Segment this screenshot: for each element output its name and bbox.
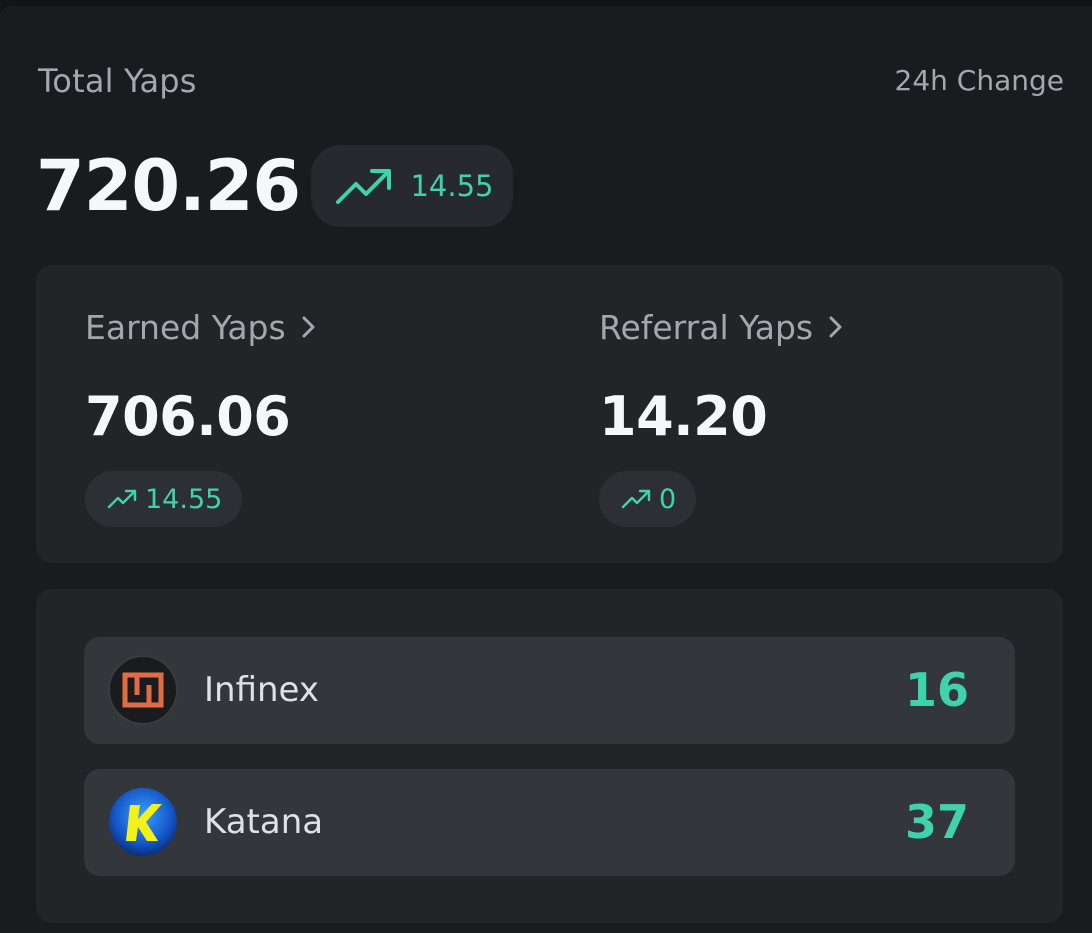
header-row: Total Yaps 24h Change [38, 62, 1064, 102]
earned-yaps-stat: Earned Yaps 706.06 14.55 [85, 303, 320, 527]
katana-logo-icon [108, 787, 178, 857]
chevron-right-icon [302, 316, 315, 338]
trend-up-icon [336, 169, 392, 204]
earned-yaps-link[interactable]: Earned Yaps [85, 303, 320, 351]
referral-change-badge: 0 [599, 471, 697, 527]
project-count: 16 [904, 663, 969, 717]
project-row-katana[interactable]: Katana 37 [84, 769, 1015, 876]
earned-yaps-title: Earned Yaps [85, 307, 286, 347]
yaps-screen: Total Yaps 24h Change 720.26 14.55 Earne… [0, 0, 1092, 933]
infinex-logo-icon [108, 655, 178, 725]
referral-yaps-stat: Referral Yaps 14.20 0 [599, 303, 847, 527]
total-change-badge: 14.55 [311, 145, 513, 227]
total-change-value: 14.55 [410, 169, 494, 203]
earned-change-value: 14.55 [145, 483, 223, 515]
trend-up-icon [621, 489, 651, 509]
referral-yaps-title: Referral Yaps [599, 307, 814, 347]
earned-yaps-value: 706.06 [85, 385, 291, 448]
total-yaps-label: Total Yaps [38, 62, 197, 100]
project-row-infinex[interactable]: Infinex 16 [84, 637, 1015, 744]
project-list-card: Infinex 16 Katana 37 [36, 589, 1063, 923]
project-name: Infinex [204, 670, 319, 710]
total-yaps-value: 720.26 [36, 145, 301, 227]
earned-change-badge: 14.55 [85, 471, 243, 527]
referral-yaps-link[interactable]: Referral Yaps [599, 303, 847, 351]
change-period-label: 24h Change [894, 64, 1064, 97]
yaps-breakdown-card: Earned Yaps 706.06 14.55 Referral Yaps 1… [36, 265, 1063, 563]
project-name: Katana [204, 802, 324, 842]
chevron-right-icon [829, 316, 842, 338]
referral-yaps-value: 14.20 [599, 385, 768, 448]
project-count: 37 [904, 795, 969, 849]
referral-change-value: 0 [659, 483, 677, 515]
trend-up-icon [107, 489, 137, 509]
